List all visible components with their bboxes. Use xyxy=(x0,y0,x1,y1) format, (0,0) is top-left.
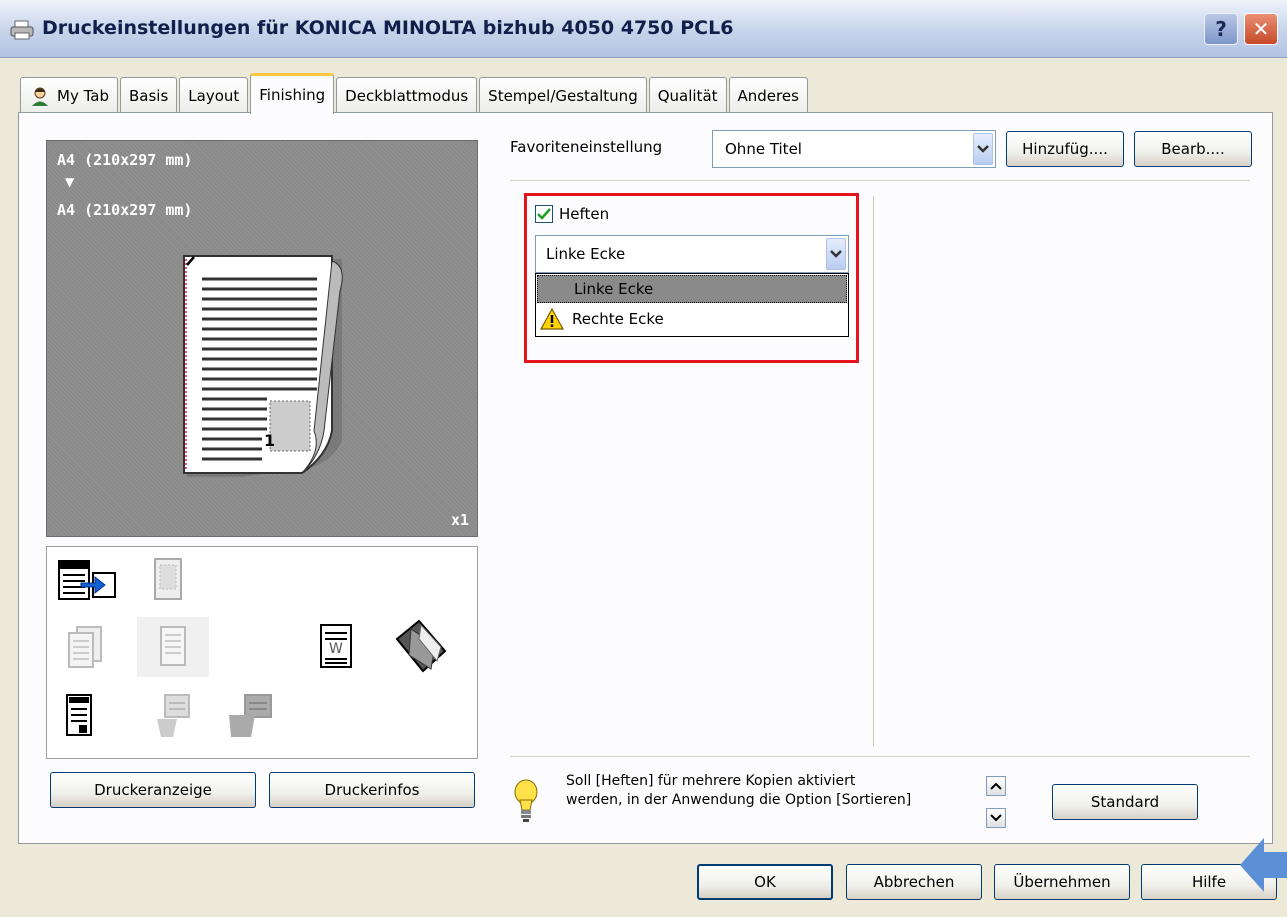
lightbulb-icon xyxy=(514,779,538,822)
tab-label: Finishing xyxy=(259,86,326,104)
svg-text:W: W xyxy=(329,641,343,657)
divider xyxy=(873,196,875,746)
chevron-down-icon[interactable] xyxy=(973,133,993,165)
tab-my-tab[interactable]: My Tab xyxy=(20,77,118,113)
booklet-icon[interactable] xyxy=(391,617,451,677)
copies-count: x1 xyxy=(450,511,469,529)
staple-position-value: Linke Ecke xyxy=(546,245,626,263)
tab-anderes[interactable]: Anderes xyxy=(728,77,808,113)
divider xyxy=(510,180,1250,182)
option-label: Rechte Ecke xyxy=(572,310,664,328)
print-preview: A4 (210x297 mm) ▼ A4 (210x297 mm) 1 x1 xyxy=(46,140,478,537)
info-message: Soll [Heften] für mehrere Kopien aktivie… xyxy=(566,772,986,810)
tab-bar: My Tab Basis Layout Finishing Deckblattm… xyxy=(20,73,810,114)
apply-button[interactable]: Übernehmen xyxy=(994,864,1130,900)
paper-input-output-icon[interactable] xyxy=(57,557,119,603)
checkmark-icon xyxy=(537,208,551,220)
page-number: 1 xyxy=(264,431,276,450)
help-title-button[interactable]: ? xyxy=(1204,13,1238,45)
tab-label: Qualität xyxy=(657,86,718,105)
tab-finishing[interactable]: Finishing xyxy=(250,73,335,114)
ok-button[interactable]: OK xyxy=(697,864,833,900)
staple-position-dropdown[interactable]: Linke Ecke xyxy=(535,235,849,273)
tab-deckblattmodus[interactable]: Deckblattmodus xyxy=(336,77,478,113)
window-title: Druckeinstellungen für KONICA MINOLTA bi… xyxy=(42,17,734,39)
copies-icon[interactable] xyxy=(65,625,105,669)
favorites-value: Ohne Titel xyxy=(725,140,802,158)
document-page-icon xyxy=(183,255,343,477)
tab-layout[interactable]: Layout xyxy=(179,77,249,113)
document-layout-icon[interactable] xyxy=(65,693,95,739)
title-bar: Druckeinstellungen für KONICA MINOLTA bi… xyxy=(0,0,1287,58)
function-icons-panel: W xyxy=(46,546,478,759)
chevron-up-icon xyxy=(990,782,1002,790)
arrow-down-icon: ▼ xyxy=(65,175,75,189)
staple-position-list: Linke Ecke Rechte Ecke xyxy=(535,273,849,337)
option-right-corner[interactable]: Rechte Ecke xyxy=(536,304,848,334)
tab-qualitaet[interactable]: Qualität xyxy=(648,77,727,113)
stamp-multiple-icon[interactable] xyxy=(225,693,275,739)
divider xyxy=(510,756,1250,758)
tab-label: Stempel/Gestaltung xyxy=(488,86,638,105)
watermark-page-icon[interactable]: W xyxy=(319,623,355,671)
user-icon xyxy=(32,87,48,106)
staple-checkbox-row[interactable]: Heften xyxy=(535,205,609,223)
single-page-icon[interactable] xyxy=(137,617,209,677)
staple-checkbox[interactable] xyxy=(535,205,553,223)
printer-view-button[interactable]: Druckeranzeige xyxy=(50,772,256,808)
printer-icon xyxy=(10,20,34,40)
scroll-down-button[interactable] xyxy=(986,808,1006,828)
favorites-dropdown[interactable]: Ohne Titel xyxy=(712,130,996,168)
close-button[interactable]: ✕ xyxy=(1244,13,1278,45)
warning-icon xyxy=(540,308,564,330)
add-favorite-button[interactable]: Hinzufüg.... xyxy=(1006,131,1124,167)
tab-basis[interactable]: Basis xyxy=(119,77,178,113)
paper-size-source: A4 (210x297 mm) xyxy=(57,151,193,169)
info-line-2: werden, in der Anwendung die Option [Sor… xyxy=(566,792,912,808)
favorites-label: Favoriteneinstellung xyxy=(510,138,663,156)
annotation-arrow-icon xyxy=(1240,838,1287,892)
option-left-corner[interactable]: Linke Ecke xyxy=(537,275,847,303)
edit-favorite-button[interactable]: Bearb.... xyxy=(1134,131,1252,167)
option-label: Linke Ecke xyxy=(574,280,654,298)
tab-label: Anderes xyxy=(737,86,799,105)
poster-icon[interactable] xyxy=(153,557,183,601)
staple-label: Heften xyxy=(559,205,610,223)
tab-label: Layout xyxy=(188,86,240,105)
cancel-button[interactable]: Abbrechen xyxy=(846,864,982,900)
stamp-icon[interactable] xyxy=(153,693,193,739)
paper-size-output: A4 (210x297 mm) xyxy=(57,201,193,219)
tab-stempel-gestaltung[interactable]: Stempel/Gestaltung xyxy=(479,77,647,113)
chevron-down-icon[interactable] xyxy=(826,238,846,270)
tab-label: My Tab xyxy=(57,86,109,105)
printer-info-button[interactable]: Druckerinfos xyxy=(269,772,475,808)
tab-label: Basis xyxy=(128,86,169,105)
info-line-1: Soll [Heften] für mehrere Kopien aktivie… xyxy=(566,773,856,789)
standard-button[interactable]: Standard xyxy=(1052,784,1198,820)
chevron-down-icon xyxy=(990,814,1002,822)
scroll-up-button[interactable] xyxy=(986,776,1006,796)
tab-label: Deckblattmodus xyxy=(345,86,469,105)
